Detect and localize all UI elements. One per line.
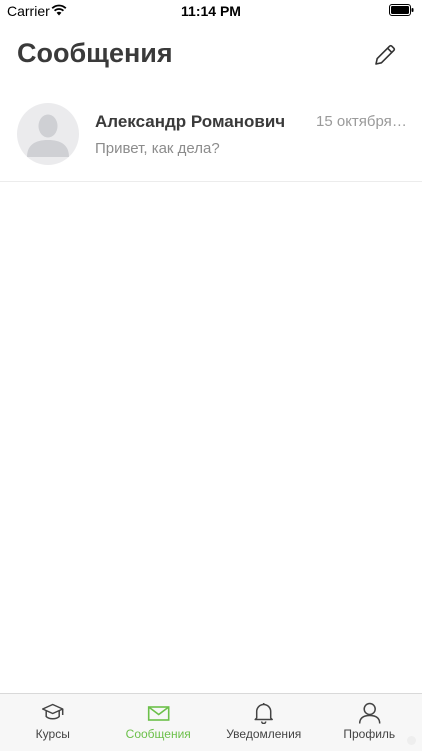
status-bar: Carrier 11:14 PM (0, 0, 422, 22)
compose-button[interactable] (372, 42, 398, 68)
graduation-cap-icon (0, 702, 106, 724)
tab-notifications[interactable]: Уведомления (211, 694, 317, 751)
tab-label: Курсы (0, 727, 106, 741)
bell-icon (211, 702, 317, 724)
message-preview: Привет, как дела? (95, 140, 220, 157)
user-placeholder-icon (17, 103, 79, 165)
tab-courses[interactable]: Курсы (0, 694, 106, 751)
status-time: 11:14 PM (0, 3, 422, 19)
tab-label: Уведомления (211, 727, 317, 741)
message-date: 15 октября 2... (316, 113, 410, 130)
battery-icon (389, 4, 414, 16)
tab-bar: Курсы Сообщения Уведомления Профиль (0, 693, 422, 751)
conversation-item[interactable]: Александр Романович 15 октября 2... Прив… (0, 92, 422, 182)
page-title: Сообщения (17, 38, 173, 69)
contact-name: Александр Романович (95, 112, 285, 132)
tab-label: Сообщения (106, 727, 212, 741)
avatar (17, 103, 79, 165)
pencil-icon (376, 46, 394, 64)
envelope-icon (106, 702, 212, 724)
tab-messages[interactable]: Сообщения (106, 694, 212, 751)
home-indicator (407, 736, 416, 745)
tab-profile[interactable]: Профиль (317, 694, 422, 751)
user-icon (317, 702, 422, 724)
